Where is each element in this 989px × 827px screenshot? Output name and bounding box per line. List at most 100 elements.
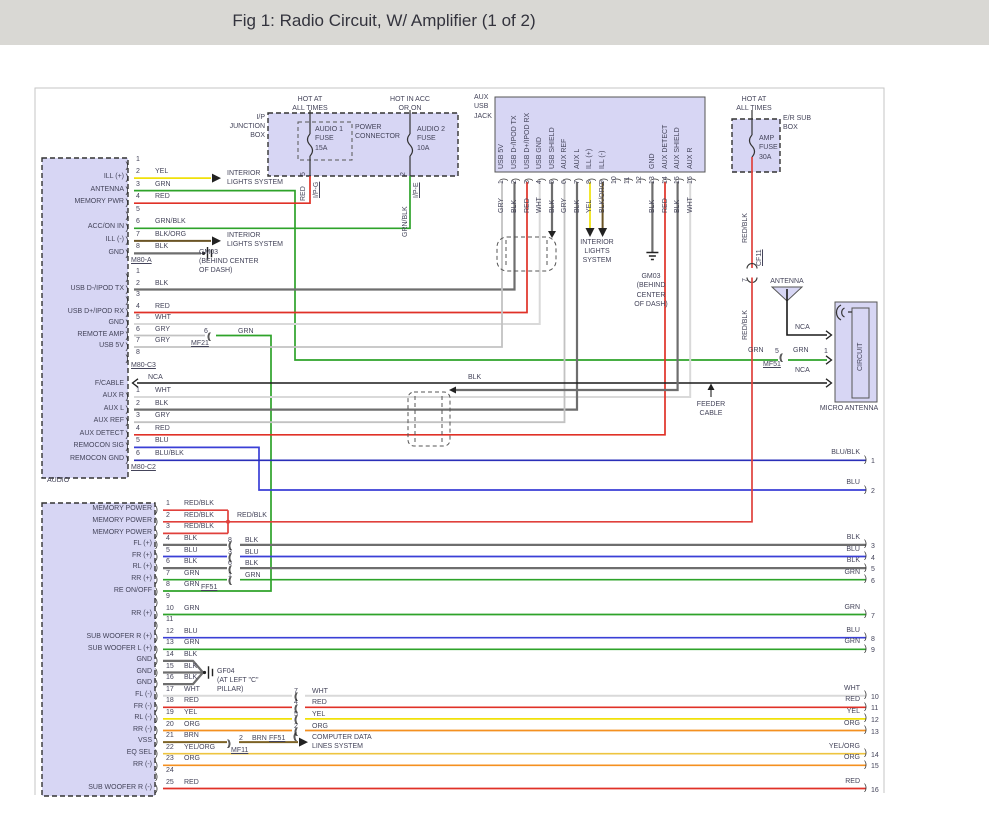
pin-arc: ) [864, 454, 867, 464]
pin-arc: ) [864, 550, 867, 560]
junction-box-name: I/P JUNCTION BOX [215, 113, 265, 141]
wire-red-vertical: RED [300, 186, 307, 201]
pin-arc: ) [864, 631, 867, 641]
pin-arc: ) [155, 620, 158, 630]
pin-number: 18 [166, 697, 174, 704]
audio2-fuse-label: AUDIO 2FUSE10A [417, 125, 445, 153]
pin-arc: ) [155, 667, 158, 677]
pin-number: 24 [166, 767, 174, 774]
pin-number: 9 [871, 647, 875, 654]
pin-arc: ) [126, 222, 129, 232]
pin-number: 9 [166, 593, 170, 600]
pin-label: RR (+) [46, 610, 152, 617]
wire-color-label: YEL/ORG [786, 743, 860, 750]
pin-arc: ) [155, 539, 158, 549]
pin-number: 20 [166, 721, 174, 728]
pin-label: MEMORY POWER [46, 529, 152, 536]
mf21-wire: GRN [238, 327, 254, 336]
wiring-diagram-page: Fig 1: Radio Circuit, W/ Amplifier (1 of… [0, 0, 989, 827]
pin-label: RR (-) [46, 726, 152, 733]
pin-number: 12 [636, 176, 643, 184]
pin-arc: ) [126, 272, 129, 282]
wire-color-label: GRN [786, 569, 860, 576]
gm03-label-2: GM03(BEHINDCENTEROF DASH) [621, 272, 681, 310]
pin-number: 6 [136, 218, 140, 225]
connector-cf11: CF11 [756, 249, 763, 266]
jack-pin-name: ILL (-) [599, 151, 606, 169]
pin-label: FR (+) [46, 552, 152, 559]
wire-color-label: ORG [184, 721, 200, 728]
wire-color-label: GRN [184, 639, 200, 646]
pin-arc: ) [155, 528, 158, 538]
nca-bottom-label: NCA [795, 366, 810, 375]
power-connector-label: POWERCONNECTOR [355, 123, 400, 142]
wire-color-label: YEL/ORG [184, 744, 215, 751]
wire-color-label: GRN [786, 604, 860, 611]
pin-label: AUX REF [44, 417, 124, 424]
wire-color-label: WHT [786, 685, 860, 692]
pin-label: EQ SEL [46, 749, 152, 756]
pin-number: 2 [166, 512, 170, 519]
connector-m80a: M80-A [131, 256, 152, 265]
pin-arc: ) [155, 574, 158, 584]
pin-arc: ) [126, 307, 129, 317]
pin-arc: ) [155, 771, 158, 781]
wire-color-label: YEL [586, 200, 593, 213]
wire-color-label: YEL [786, 708, 860, 715]
wire-color-label: RED [184, 779, 199, 786]
pin-number: 8 [586, 180, 593, 184]
pin-arc: ) [864, 747, 867, 757]
pin-number: 1 [136, 156, 140, 163]
pin-label: USB 5V [44, 342, 124, 349]
pin-arc: ) [155, 690, 158, 700]
interior-lights-3: INTERIORLIGHTSSYSTEM [567, 238, 627, 266]
pin-number: 4 [136, 193, 140, 200]
pin-arc: ) [864, 701, 867, 711]
wire-color-label: BRN [184, 732, 199, 739]
pin-number: 10 [166, 605, 174, 612]
vss-ff51-arcs: (( [293, 731, 295, 741]
wire-color-label: WHT [155, 314, 171, 321]
pin-number: 2 [136, 400, 140, 407]
pin-number: 12 [871, 717, 879, 724]
pin-number: 13 [166, 639, 174, 646]
pin-label: AUX DETECT [44, 430, 124, 437]
cf11-pin: 7 [742, 278, 749, 282]
pin-label: SUB WOOFER R (+) [46, 633, 152, 640]
pin-number: 14 [871, 752, 879, 759]
wire-color-label: BLK [674, 200, 681, 213]
pin-label: MEMORY POWER [46, 505, 152, 512]
wire-color-label: ORG [786, 720, 860, 727]
pin-number: 8 [871, 636, 875, 643]
wire-color-label: BLU [786, 546, 860, 553]
pin-arc: ) [126, 318, 129, 328]
wire-color-label: BLK [155, 400, 168, 407]
pin-number: 3 [136, 412, 140, 419]
pin-number: 1 [136, 387, 140, 394]
wire-color-label: BLU/BLK [155, 450, 184, 457]
wire-color-label: BLK [786, 534, 860, 541]
pin-number: 13 [649, 176, 656, 184]
pin-label: ILL (-) [44, 236, 124, 243]
ff51-arcs-0: (( [228, 540, 230, 550]
wire-color-label: RED [662, 198, 669, 213]
pin-label: ILL (+) [44, 173, 124, 180]
pin-number: 10 [871, 694, 879, 701]
pin-arc: ) [155, 736, 158, 746]
pin-arc: ) [126, 172, 129, 182]
wire-color-label: GRN [184, 570, 200, 577]
pin-number: 6 [871, 578, 875, 585]
pin-label: RE ON/OFF [46, 587, 152, 594]
jack-pin-name: AUX SHIELD [674, 127, 681, 169]
pin-label: FL (-) [46, 691, 152, 698]
pin-arc: ) [864, 643, 867, 653]
wire-color-label: GRY [155, 412, 170, 419]
pin-number: 6 [561, 180, 568, 184]
pin-arc: ) [864, 484, 867, 494]
pin-arc: ) [155, 516, 158, 526]
connector-m80c2: M80-C2 [131, 463, 156, 472]
wire-color-label: RED/BLK [184, 512, 214, 519]
pin-number: 19 [166, 709, 174, 716]
pin-arc: ) [155, 562, 158, 572]
wire-color-label: BLK [574, 200, 581, 213]
